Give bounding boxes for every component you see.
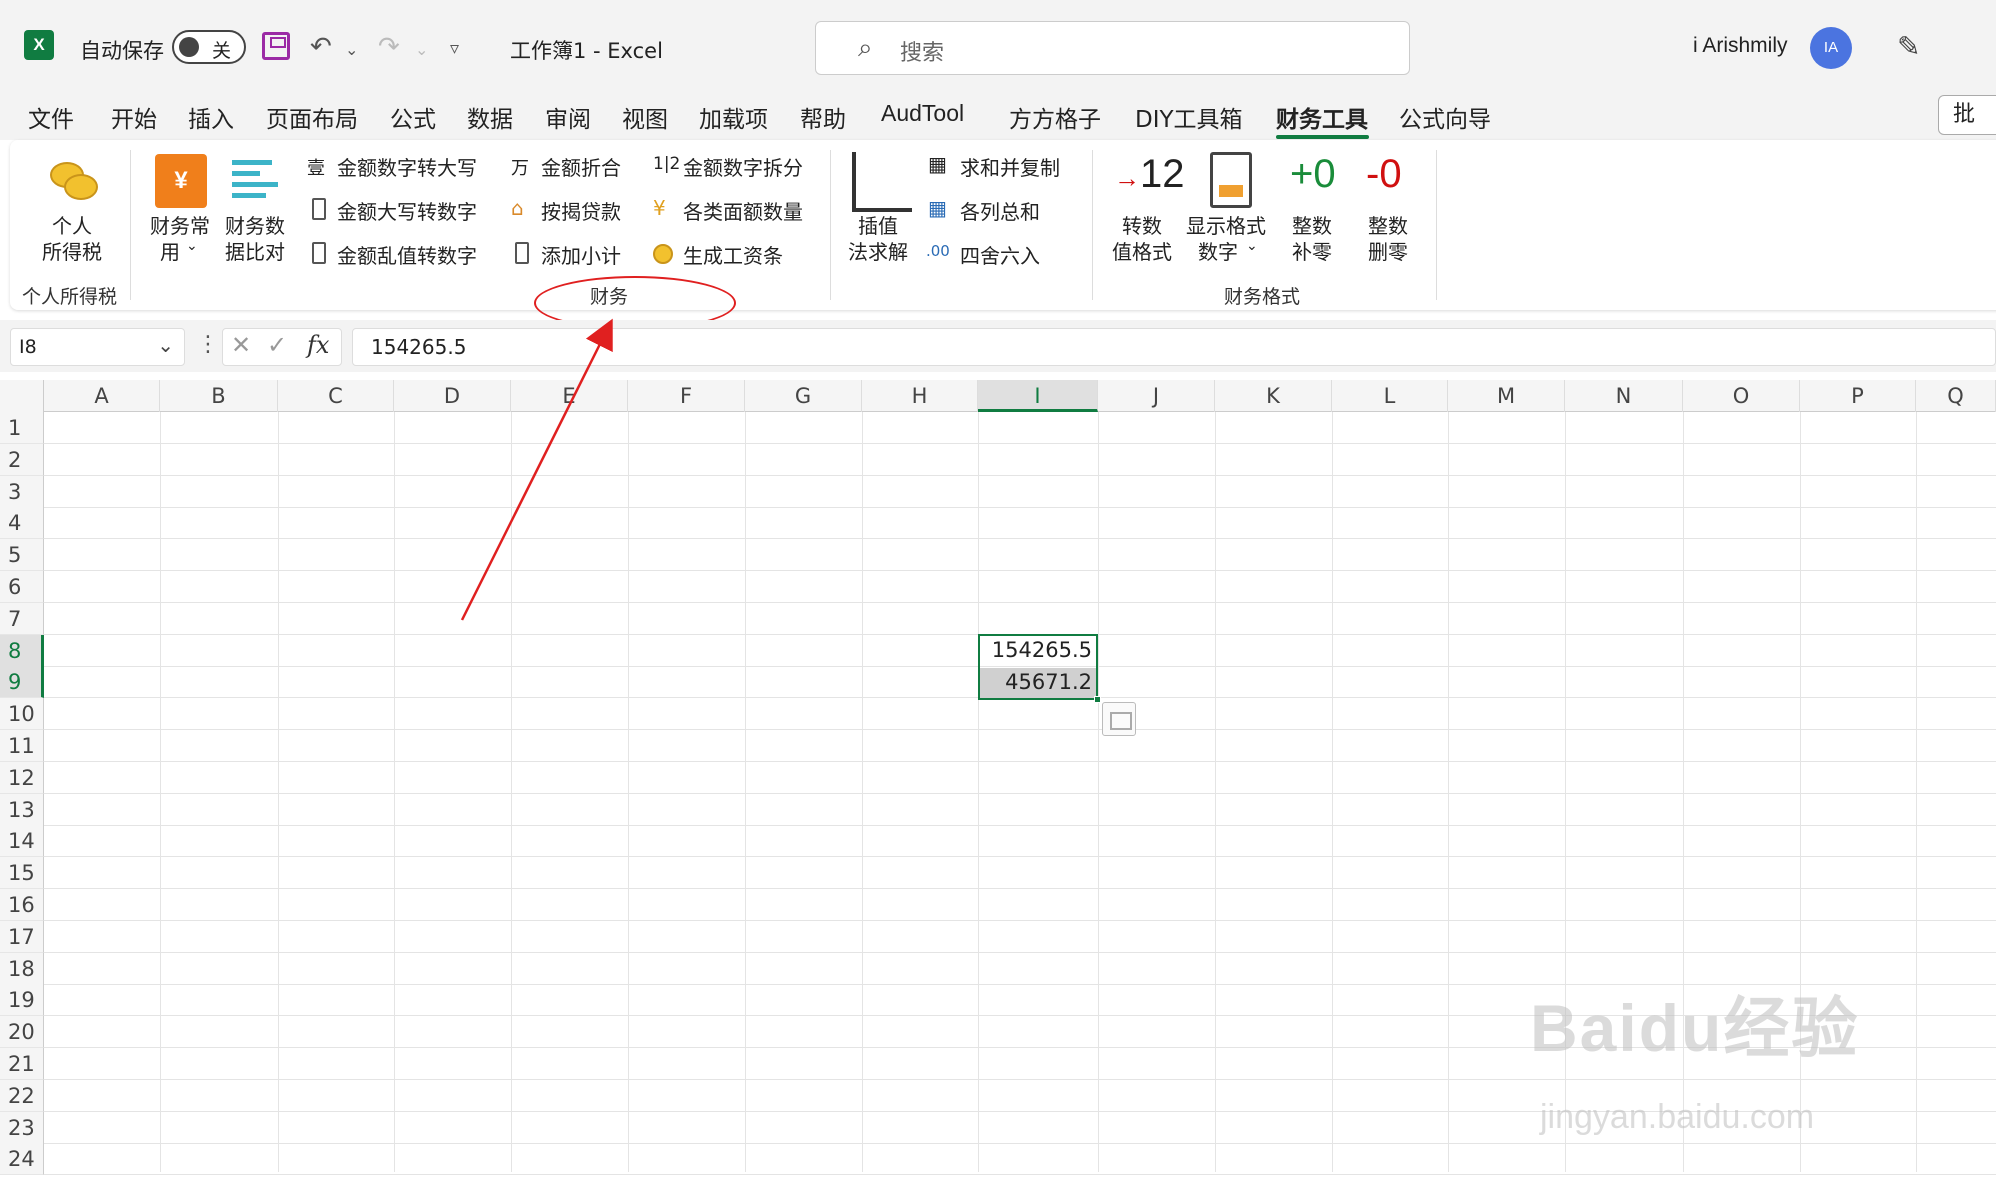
arrow-line: [460, 318, 613, 621]
baidu-watermark: Baidu经验: [1530, 991, 1860, 1065]
excel-window: X 自动保存 关 ↶ ⌄ ↷ ⌄ ▿ 工作簿1 - Excel ⌕ 搜索 i A…: [0, 0, 1996, 1187]
watermark-url: jingyan.baidu.com: [1540, 1098, 1815, 1136]
